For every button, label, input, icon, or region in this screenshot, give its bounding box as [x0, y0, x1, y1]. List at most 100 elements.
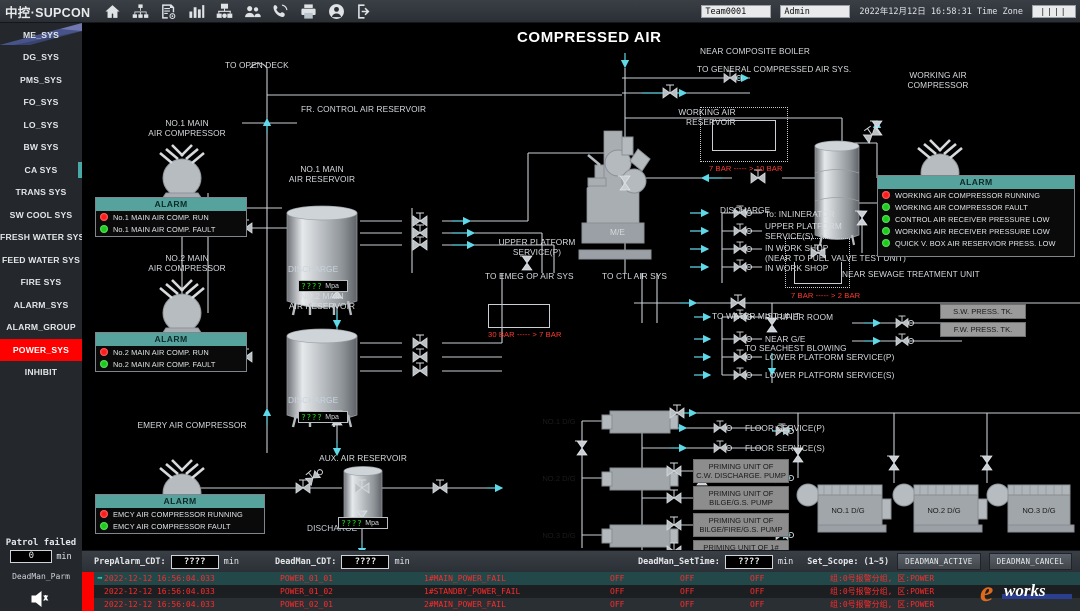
alarm-severity-indicator — [82, 598, 94, 611]
priming-unit-button-1[interactable]: PRIMING UNIT OF C.W. DISCHARGE. PUMP — [693, 459, 789, 483]
patrol-failed-value[interactable]: 0 — [10, 550, 52, 563]
label-discharge-1: DISCHARGE — [288, 264, 338, 274]
priming-unit-button-3[interactable]: PRIMING UNIT OF BILGE/FIRE/G.S. PUMP — [693, 513, 789, 537]
sidebar-item-sw-cool-sys[interactable]: SW COOL SYS — [0, 204, 82, 226]
user-field[interactable]: Admin — [780, 5, 850, 18]
team-field[interactable]: Team0001 — [701, 5, 771, 18]
alarm-text: QUICK V. BOX AIR RESERVIOR PRESS. LOW — [895, 239, 1056, 248]
bar-chart-icon[interactable] — [188, 3, 205, 20]
timezone-field[interactable]: |||| — [1032, 5, 1076, 18]
alarm-log-cell-time: 2022-12-12 16:56:04.033 — [104, 574, 264, 583]
patrol-panel: Patrol failed 0 min DeadMan_Parm x — [0, 538, 82, 611]
alarm-log-cell-s2: OFF — [680, 600, 730, 609]
top-toolbar: 中控·SUPCON Team0001 Admin 2022年12月12日 16:… — [0, 0, 1080, 23]
page-title: COMPRESSED AIR — [517, 29, 662, 46]
sidebar-item-fo-sys[interactable]: FO_SYS — [0, 91, 82, 113]
readout-unit: Mpa — [325, 283, 339, 290]
alarm-log-cell-s3: OFF — [750, 574, 800, 583]
alarm-log-cell-desc: 2#MAIN_POWER_FAIL — [424, 600, 594, 609]
control-bar: PrepAlarm_CDT: ???? min DeadMan_CDT: ???… — [82, 550, 1080, 572]
alarm-row: No.2 MAIN AIR COMP. FAULT — [96, 358, 246, 370]
toolbar-icon-group — [104, 3, 373, 20]
sidebar-item-ca-sys[interactable]: CA SYS — [0, 159, 82, 181]
readout-unit: Mpa — [325, 414, 339, 421]
sidebar-item-feed-water-sys[interactable]: FEED WATER SYS — [0, 249, 82, 271]
alarm-text: No.1 MAIN AIR COMP. RUN — [113, 213, 209, 222]
label-floor-service-s: FLOOR SERVICE(S) — [745, 443, 825, 453]
user-account-icon[interactable] — [328, 3, 345, 20]
sidebar-item-alarm-group[interactable]: ALARM_GROUP — [0, 316, 82, 338]
deadman-parm-label[interactable]: DeadMan_Parm — [0, 572, 82, 581]
priming-unit-button-2[interactable]: PRIMING UNIT OF BILGE/G.S. PUMP — [693, 486, 789, 510]
label-near-sewage-treatment-unit: NEAR SEWAGE TREATMENT UNIT — [842, 269, 980, 279]
home-icon[interactable] — [104, 3, 121, 20]
alarm-panel-header: ALARM — [96, 333, 246, 346]
readout-value: ???? — [301, 413, 322, 422]
label-upper-platform-service-p: UPPER PLATFORM SERVICE(P) — [499, 237, 576, 257]
alarm-row: No.1 MAIN AIR COMP. FAULT — [96, 223, 246, 235]
main-reducer-box — [488, 304, 550, 328]
datetime-display: 2022年12月12日 16:58:31 Time Zone — [859, 5, 1023, 17]
deadman-cdt-input[interactable]: ???? — [341, 555, 389, 569]
dg-right-label-1: NO.1 D/G — [817, 503, 879, 519]
alarm-log-cell-s3: OFF — [750, 587, 800, 596]
phone-icon[interactable] — [272, 3, 289, 20]
svg-text:x: x — [44, 595, 48, 602]
fw-press-tank-button[interactable]: F.W. PRESS. TK. — [940, 322, 1026, 337]
topbar-status-group: Team0001 Admin 2022年12月12日 16:58:31 Time… — [701, 5, 1080, 18]
deadman-active-button[interactable]: DEADMAN_ACTIVE — [897, 553, 980, 570]
alarm-severity-indicator — [82, 572, 94, 585]
device-config-icon[interactable] — [216, 3, 233, 20]
label-floor-service-p: FLOOR SERVICE(P) — [745, 423, 825, 433]
readout-no2-reservoir[interactable]: ???? Mpa — [298, 411, 348, 423]
sidebar-item-fresh-water-sys[interactable]: FRESH WATER SYS — [0, 226, 82, 248]
sidebar-item-power-sys[interactable]: POWER_SYS — [0, 339, 82, 361]
readout-aux-reservoir[interactable]: ???? Mpa — [338, 517, 388, 529]
status-led-red — [100, 510, 108, 518]
sidebar-item-dg-sys[interactable]: DG_SYS — [0, 46, 82, 68]
speaker-mute-icon[interactable]: x — [29, 587, 53, 611]
sidebar-item-bw-sys[interactable]: BW SYS — [0, 136, 82, 158]
main-engine-block — [579, 131, 651, 259]
eworks-watermark: e works — [980, 575, 1076, 607]
alarm-log-table[interactable]: ➡2022-12-12 16:56:04.033POWER_01_011#MAI… — [82, 572, 1080, 611]
report-view-icon[interactable] — [160, 3, 177, 20]
alarm-log-row[interactable]: 2022-12-12 16:56:04.033POWER_02_012#MAIN… — [82, 598, 1080, 611]
alarm-log-cell-s1: OFF — [610, 587, 660, 596]
priming-unit-button-4[interactable]: PRIMING UNIT OF 1# MAIN C.S.W. PUMP — [693, 540, 789, 550]
dg-engine-left-2 — [602, 468, 678, 490]
patrol-failed-unit: min — [56, 552, 71, 562]
readout-value: ???? — [301, 282, 322, 291]
alarm-log-row[interactable]: 2022-12-12 16:56:04.033POWER_01_021#STAN… — [82, 585, 1080, 598]
label-aux-air-reservoir: AUX. AIR RESERVOIR — [319, 453, 407, 463]
alarm-panel-emcy-air-compressor: ALARMEMCY AIR COMPRESSOR RUNNINGEMCY AIR… — [95, 494, 265, 534]
print-icon[interactable] — [300, 3, 317, 20]
alarm-log-cell-s1: OFF — [610, 574, 660, 583]
sidebar-item-trans-sys[interactable]: TRANS SYS — [0, 181, 82, 203]
sidebar-item-me-sys[interactable]: ME_SYS — [0, 24, 82, 46]
sidebar-item-pms-sys[interactable]: PMS_SYS — [0, 69, 82, 91]
topology-icon[interactable] — [132, 3, 149, 20]
status-led-green — [100, 360, 108, 368]
logout-icon[interactable] — [356, 3, 373, 20]
users-icon[interactable] — [244, 3, 261, 20]
sidebar-item-lo-sys[interactable]: LO_SYS — [0, 114, 82, 136]
alarm-panel-no2-main-air-comp: ALARMNo.2 MAIN AIR COMP. RUNNo.2 MAIN AI… — [95, 332, 247, 372]
deadman-settime-input[interactable]: ???? — [725, 555, 773, 569]
status-led-green — [882, 227, 890, 235]
deadman-cdt-unit: min — [394, 557, 409, 567]
sidebar-item-fire-sys[interactable]: FIRE SYS — [0, 271, 82, 293]
alarm-text: No.1 MAIN AIR COMP. FAULT — [113, 225, 215, 234]
note-main-air-reservoir-pressure: 30 BAR ----- > 7 BAR — [488, 330, 562, 340]
readout-no1-reservoir[interactable]: ???? Mpa — [298, 280, 348, 292]
prep-alarm-cdt-input[interactable]: ???? — [171, 555, 219, 569]
sw-press-tank-button[interactable]: S.W. PRESS. TK. — [940, 304, 1026, 319]
svg-text:e: e — [980, 575, 993, 607]
alarm-row: No.1 MAIN AIR COMP. RUN — [96, 211, 246, 223]
sidebar-item-inhibit[interactable]: INHIBIT — [0, 361, 82, 383]
deadman-cancel-button[interactable]: DEADMAN_CANCEL — [989, 553, 1072, 570]
label-to-emeg-op-air-sys: TO EMEG OP AIR SYS — [485, 271, 574, 281]
sidebar-item-alarm-sys[interactable]: ALARM_SYS — [0, 294, 82, 316]
alarm-text: WORKING AIR RECEIVER PRESSURE LOW — [895, 227, 1050, 236]
alarm-log-row[interactable]: ➡2022-12-12 16:56:04.033POWER_01_011#MAI… — [82, 572, 1080, 585]
